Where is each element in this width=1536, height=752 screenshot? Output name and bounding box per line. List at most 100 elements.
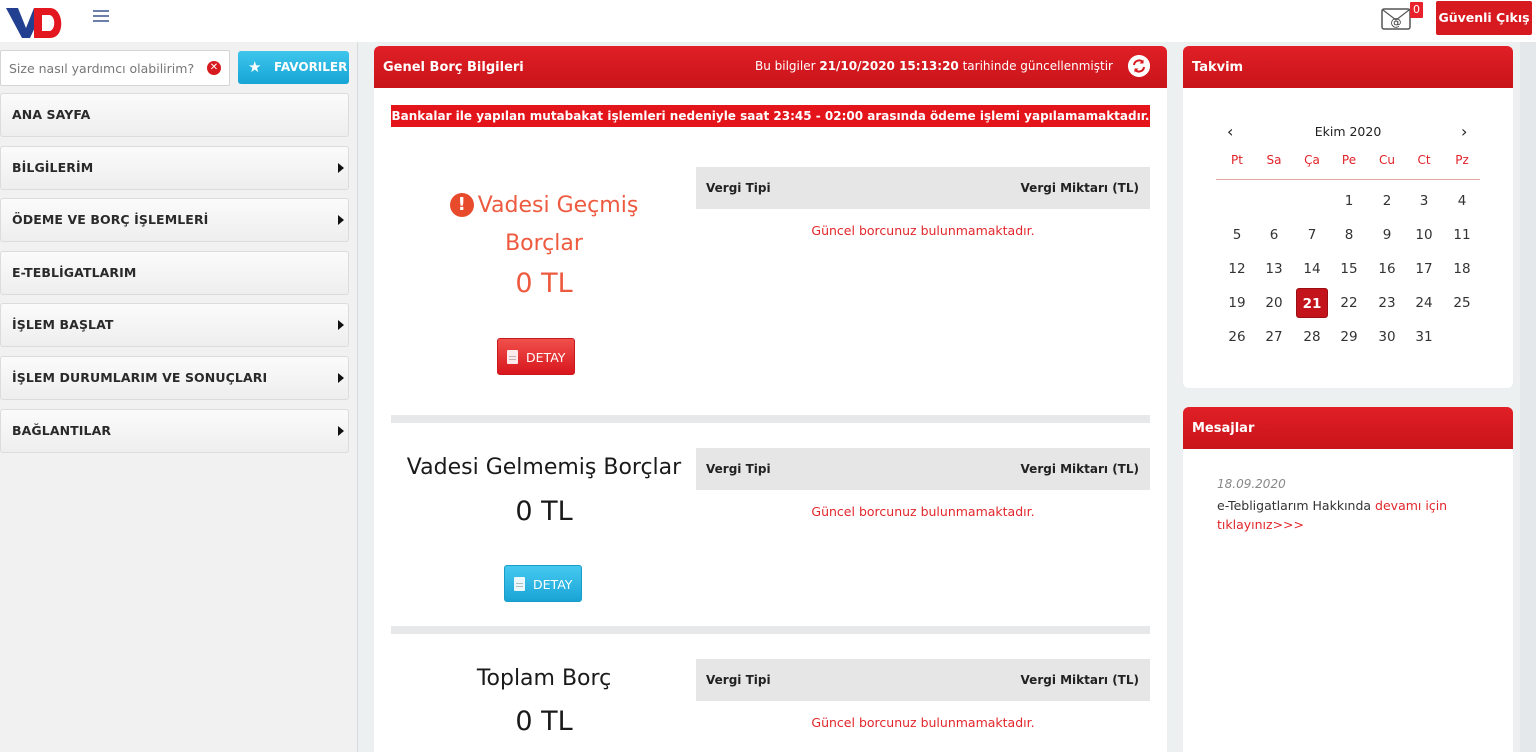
sidebar-item-label: BAĞLANTILAR [12,422,112,438]
overdue-detail-button[interactable]: DETAY [497,338,575,375]
logout-button[interactable]: Güvenli Çıkış [1436,1,1532,35]
message-item: e-Tebligatlarım Hakkında devamı için tık… [1217,496,1487,534]
calendar-day[interactable]: 10 [1408,220,1440,250]
calendar-day[interactable]: 25 [1446,288,1478,318]
calendar-day[interactable]: 11 [1446,220,1478,250]
calendar-weekday: Cu [1379,153,1395,167]
calendar-day[interactable]: 17 [1408,254,1440,284]
sidebar-item-islem-baslat[interactable]: İŞLEM BAŞLAT [0,303,349,348]
clear-search-icon[interactable]: ✕ [207,61,221,75]
not-due-title: Vadesi Gelmemiş Borçlar [406,455,682,480]
overdue-title: ! Vadesi Geçmiş Borçlar [374,187,714,263]
next-month-icon[interactable]: › [1461,122,1467,141]
section-divider [391,626,1150,634]
calendar-weekday: Pt [1231,153,1243,167]
calendar-day[interactable]: 20 [1258,288,1290,318]
calendar-day[interactable]: 15 [1333,254,1365,284]
mail-count-badge: 0 [1410,2,1423,18]
calendar-weekday: Pz [1455,153,1469,167]
scrollbar-track[interactable] [1520,42,1536,752]
calendar-day[interactable]: 18 [1446,254,1478,284]
calendar-day[interactable]: 1 [1333,186,1365,216]
calendar-day[interactable]: 9 [1371,220,1403,250]
document-icon [514,577,525,591]
search-input[interactable] [1,51,199,85]
calendar-day[interactable]: 30 [1371,322,1403,352]
sidebar: ✕ ★ FAVORILER ANA SAYFA BİLGİLERİM ÖDEME… [0,42,358,752]
calendar-weekday: Ct [1417,153,1431,167]
overdue-table-header: Vergi Tipi Vergi Miktarı (TL) [696,167,1150,209]
email-icon[interactable]: @ [1380,6,1414,32]
total-amount: 0 TL [515,706,573,737]
update-datetime: 21/10/2020 15:13:20 [819,59,959,73]
calendar-day[interactable]: 7 [1296,220,1328,250]
sidebar-item-label: İŞLEM DURUMLARIM VE SONUÇLARI [12,369,268,385]
panel-header: Takvim [1183,46,1513,88]
overdue-empty-message: Güncel borcunuz bulunmamaktadır. [811,223,1035,238]
sidebar-item-islem-durumlari[interactable]: İŞLEM DURUMLARIM VE SONUÇLARI [0,355,349,400]
col-tax-type: Vergi Tipi [706,181,771,195]
detail-label: DETAY [533,577,573,592]
payment-warning-banner: Bankalar ile yapılan mutabakat işlemleri… [391,105,1150,127]
calendar-day[interactable]: 4 [1446,186,1478,216]
sidebar-item-bilgilerim[interactable]: BİLGİLERİM [0,145,349,190]
calendar-day[interactable]: 29 [1333,322,1365,352]
calendar-day[interactable]: 14 [1296,254,1328,284]
favorites-button[interactable]: ★ FAVORILER [238,51,349,84]
calendar-day[interactable]: 8 [1333,220,1365,250]
calendar-day[interactable]: 19 [1221,288,1253,318]
message-date: 18.09.2020 [1217,477,1286,491]
col-tax-type: Vergi Tipi [706,462,771,476]
calendar-day[interactable]: 26 [1221,322,1253,352]
calendar-day[interactable]: 24 [1408,288,1440,318]
not-due-table-header: Vergi Tipi Vergi Miktarı (TL) [696,448,1150,490]
calendar-day[interactable]: 13 [1258,254,1290,284]
chevron-right-icon [338,425,344,436]
refresh-icon[interactable] [1128,55,1150,77]
panel-header: Genel Borç Bilgileri Bu bilgiler 21/10/2… [374,46,1167,88]
calendar-day[interactable]: 22 [1333,288,1365,318]
panel-header: Mesajlar [1183,407,1513,449]
total-empty-message: Güncel borcunuz bulunmamaktadır. [811,715,1035,730]
panel-title: Genel Borç Bilgileri [383,60,524,75]
sidebar-item-baglantilar[interactable]: BAĞLANTILAR [0,408,349,453]
calendar-day-selected[interactable]: 21 [1296,288,1328,318]
sidebar-item-e-tebligat[interactable]: E-TEBLİGATLARIM [0,250,349,295]
calendar-day[interactable]: 2 [1371,186,1403,216]
debt-info-panel: Genel Borç Bilgileri Bu bilgiler 21/10/2… [374,46,1167,752]
panel-title: Takvim [1192,60,1244,75]
menu-toggle-icon[interactable] [93,10,109,24]
vd-logo[interactable] [4,2,66,40]
col-tax-amount: Vergi Miktarı (TL) [1020,462,1139,476]
sidebar-item-label: ANA SAYFA [12,107,91,122]
chevron-right-icon [338,162,344,173]
calendar-day[interactable]: 31 [1408,322,1440,352]
total-title: Toplam Borç [476,666,612,691]
calendar-day[interactable]: 23 [1371,288,1403,318]
calendar-day[interactable]: 6 [1258,220,1290,250]
overdue-amount: 0 TL [515,268,573,299]
sidebar-menu: ANA SAYFA BİLGİLERİM ÖDEME VE BORÇ İŞLEM… [0,93,349,461]
calendar-day[interactable]: 28 [1296,322,1328,352]
calendar-day[interactable]: 12 [1221,254,1253,284]
sidebar-item-label: ÖDEME VE BORÇ İŞLEMLERİ [12,212,209,228]
svg-text:@: @ [1391,16,1402,29]
calendar-day[interactable]: 5 [1221,220,1253,250]
calendar-weekday: Ça [1304,153,1320,167]
calendar-weekday: Sa [1266,153,1282,167]
chevron-right-icon [338,215,344,226]
not-due-empty-message: Güncel borcunuz bulunmamaktadır. [811,504,1035,519]
document-icon [507,350,518,364]
section-divider [391,415,1150,423]
total-table-header: Vergi Tipi Vergi Miktarı (TL) [696,659,1150,701]
calendar-day[interactable]: 27 [1258,322,1290,352]
detail-label: DETAY [526,350,566,365]
calendar-panel: Takvim ‹ Ekim 2020 › Pt Sa Ça Pe Cu Ct Pz 1234… [1183,46,1513,388]
calendar-day[interactable]: 16 [1371,254,1403,284]
sidebar-item-ana-sayfa[interactable]: ANA SAYFA [0,93,349,137]
sidebar-item-odeme-borc[interactable]: ÖDEME VE BORÇ İŞLEMLERİ [0,198,349,243]
col-tax-amount: Vergi Miktarı (TL) [1020,181,1139,195]
calendar-day[interactable]: 3 [1408,186,1440,216]
not-due-detail-button[interactable]: DETAY [504,565,582,602]
not-due-amount: 0 TL [515,496,573,527]
